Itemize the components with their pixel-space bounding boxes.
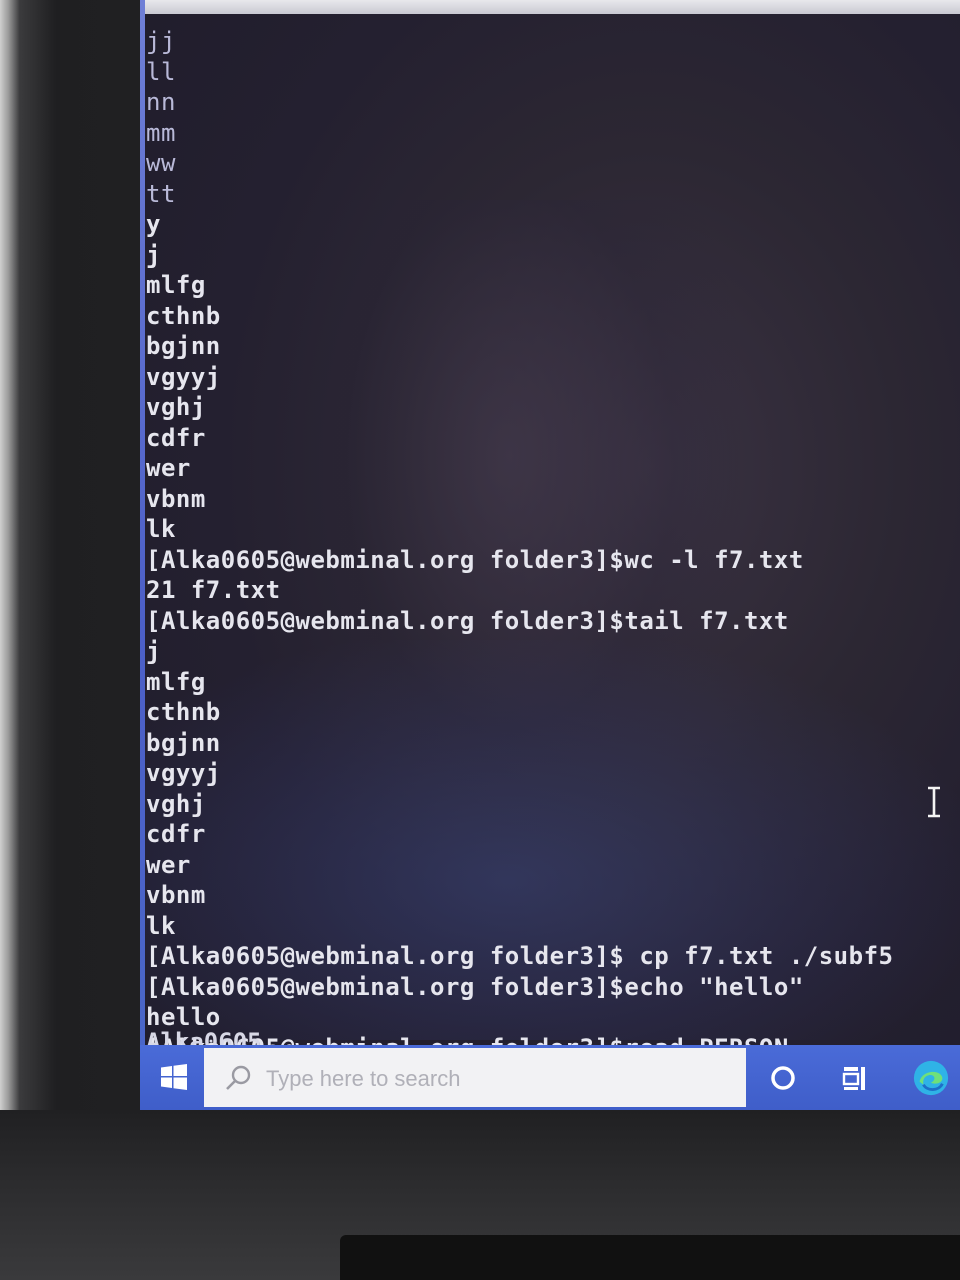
screen: jj ll nn mm ww tt y j mlfg cthnb bgjnn vgyyj vghj cdf…	[140, 0, 960, 1110]
search-input[interactable]	[264, 1058, 728, 1100]
terminal-partial-line: Alka0605	[146, 1028, 262, 1045]
terminal-line: vgyyj	[146, 362, 221, 391]
taskbar-search-box[interactable]	[204, 1048, 746, 1107]
task-view-button[interactable]	[836, 1059, 874, 1097]
terminal-line: [Alka0605@webminal.org folder3]$ cp f7.t…	[146, 942, 894, 970]
edge-taskbar-button[interactable]	[912, 1059, 950, 1097]
terminal-line: cthnb	[146, 301, 221, 330]
terminal-line: bgjnn	[146, 332, 221, 360]
terminal-line: [Alka0605@webminal.org folder3]$tail f7.…	[146, 606, 789, 635]
terminal-output: jj ll nn mm ww tt y j mlfg cthnb bgjnn vgyyj vghj cdf…	[146, 26, 893, 1045]
terminal-line: bgjnn	[146, 728, 221, 757]
terminal-line: cdfr	[146, 820, 206, 848]
terminal-line: [Alka0605@webminal.org folder3]$echo "he…	[146, 972, 804, 1001]
terminal-line: cdfr	[146, 423, 206, 452]
terminal-line: lk	[146, 911, 176, 940]
terminal-line: mm	[146, 118, 176, 147]
terminal-left-edge	[140, 0, 145, 1045]
terminal-line: j	[146, 637, 161, 665]
terminal-line: ll	[146, 57, 176, 86]
terminal-line: ww	[146, 149, 176, 177]
task-view-icon	[842, 1067, 865, 1090]
terminal-window[interactable]: jj ll nn mm ww tt y j mlfg cthnb bgjnn vgyyj vghj cdf…	[140, 0, 960, 1045]
terminal-line: tt	[146, 179, 176, 208]
text-cursor-icon	[928, 786, 940, 818]
terminal-line: vghj	[146, 789, 206, 818]
bezel-left-edge	[0, 0, 140, 1280]
edge-browser-icon	[913, 1060, 949, 1096]
taskbar	[140, 1045, 960, 1110]
terminal-line: cthnb	[146, 698, 221, 726]
terminal-line: mlfg	[146, 271, 206, 299]
cortana-circle-icon	[771, 1066, 795, 1090]
terminal-line: nn	[146, 88, 176, 116]
terminal-line: 21 f7.txt	[146, 576, 281, 604]
terminal-line: [Alka0605@webminal.org folder3]$wc -l f7…	[146, 545, 804, 574]
search-icon	[226, 1065, 251, 1090]
terminal-line: jj	[146, 27, 176, 55]
terminal-line: vbnm	[146, 484, 206, 513]
terminal-line: mlfg	[146, 667, 206, 696]
terminal-line: wer	[146, 454, 191, 482]
terminal-line: vgyyj	[146, 759, 221, 787]
start-button[interactable]	[146, 1055, 202, 1099]
bezel-hinge	[340, 1235, 960, 1280]
windows-logo-icon	[161, 1064, 187, 1090]
terminal-line: wer	[146, 850, 191, 879]
cortana-button[interactable]	[764, 1059, 802, 1097]
terminal-line: vghj	[146, 393, 206, 421]
terminal-line: vbnm	[146, 881, 206, 909]
terminal-line: j	[146, 240, 161, 269]
terminal-line: lk	[146, 515, 176, 543]
terminal-line: y	[146, 210, 161, 238]
